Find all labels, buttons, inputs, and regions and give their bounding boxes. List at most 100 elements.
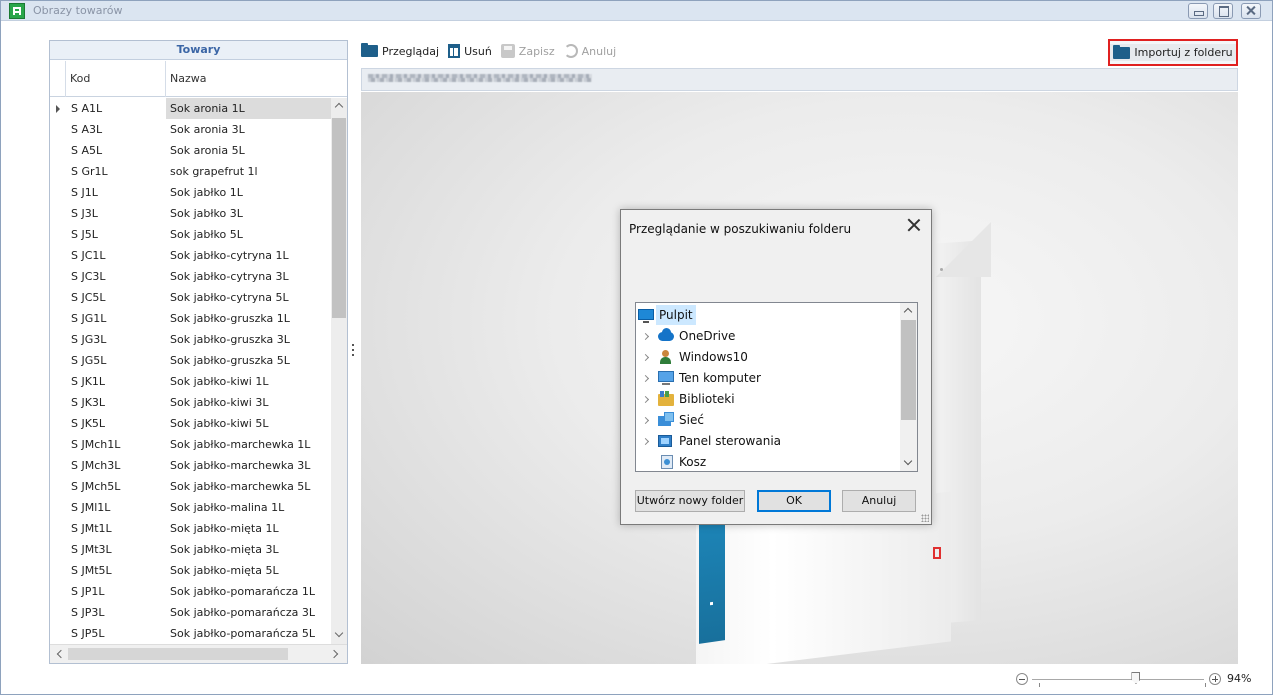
cell-kod[interactable]: S JG1L	[71, 308, 166, 329]
cell-nazwa[interactable]: Sok jabłko-cytryna 1L	[166, 245, 331, 266]
cell-nazwa[interactable]: sok grapefrut 1l	[166, 161, 331, 182]
delete-button[interactable]: Usuń	[448, 44, 492, 58]
table-row[interactable]: S JK3L Sok jabłko-kiwi 3L	[50, 392, 331, 413]
cell-nazwa[interactable]: Sok jabłko-marchewka 1L	[166, 434, 331, 455]
column-header-kod[interactable]: Kod	[66, 61, 166, 97]
row-indicator[interactable]	[50, 371, 66, 392]
scroll-down-icon[interactable]	[903, 456, 913, 466]
cell-nazwa[interactable]: Sok jabłko-pomarańcza 1L	[166, 581, 331, 602]
zoom-slider-thumb[interactable]	[1131, 672, 1141, 684]
cell-kod[interactable]: S JG3L	[71, 329, 166, 350]
chevron-right-icon[interactable]	[641, 332, 650, 341]
folder-tree[interactable]: Pulpit OneDrive Windows10 Ten komputer Bibli…	[635, 302, 918, 472]
table-row[interactable]: S JC5L Sok jabłko-cytryna 5L	[50, 287, 331, 308]
grid-horizontal-scrollbar[interactable]	[50, 644, 347, 663]
cell-kod[interactable]: S A1L	[71, 98, 166, 119]
table-row[interactable]: S JP5L Sok jabłko-pomarańcza 5L	[50, 623, 331, 644]
tree-item[interactable]: Panel sterowania	[636, 431, 900, 452]
row-indicator[interactable]	[50, 98, 66, 119]
table-row[interactable]: S J1L Sok jabłko 1L	[50, 182, 331, 203]
cell-kod[interactable]: S JMch5L	[71, 476, 166, 497]
save-button[interactable]: Zapisz	[500, 44, 555, 58]
cell-nazwa[interactable]: Sok jabłko 3L	[166, 203, 331, 224]
zoom-slider[interactable]	[1032, 679, 1204, 680]
maximize-button[interactable]	[1213, 3, 1233, 19]
row-indicator[interactable]	[50, 539, 66, 560]
chevron-right-icon[interactable]	[641, 437, 650, 446]
row-indicator[interactable]	[50, 266, 66, 287]
tree-item[interactable]: Kosz	[636, 452, 900, 471]
tree-scroll-thumb[interactable]	[901, 320, 916, 420]
cell-kod[interactable]: S JK3L	[71, 392, 166, 413]
chevron-right-icon[interactable]	[641, 374, 650, 383]
dialog-cancel-button[interactable]: Anuluj	[842, 490, 916, 512]
table-row[interactable]: S JMl1L Sok jabłko-malina 1L	[50, 497, 331, 518]
cell-nazwa[interactable]: Sok jabłko-marchewka 5L	[166, 476, 331, 497]
cell-nazwa[interactable]: Sok jabłko-kiwi 5L	[166, 413, 331, 434]
row-indicator[interactable]	[50, 602, 66, 623]
table-row[interactable]: S J3L Sok jabłko 3L	[50, 203, 331, 224]
cell-kod[interactable]: S JC3L	[71, 266, 166, 287]
tree-item[interactable]: Pulpit	[636, 305, 900, 326]
zoom-out-icon[interactable]	[1016, 673, 1028, 685]
cell-kod[interactable]: S JMt3L	[71, 539, 166, 560]
row-indicator[interactable]	[50, 518, 66, 539]
cell-kod[interactable]: S JC1L	[71, 245, 166, 266]
tree-item[interactable]: OneDrive	[636, 326, 900, 347]
row-indicator[interactable]	[50, 476, 66, 497]
table-row[interactable]: S JMt3L Sok jabłko-mięta 3L	[50, 539, 331, 560]
h-scroll-thumb[interactable]	[68, 648, 288, 660]
cell-kod[interactable]: S JMl1L	[71, 497, 166, 518]
ok-button[interactable]: OK	[757, 490, 831, 512]
table-row[interactable]: S JG1L Sok jabłko-gruszka 1L	[50, 308, 331, 329]
chevron-right-icon[interactable]	[641, 353, 650, 362]
cell-nazwa[interactable]: Sok jabłko-cytryna 5L	[166, 287, 331, 308]
table-row[interactable]: S JMch1L Sok jabłko-marchewka 1L	[50, 434, 331, 455]
scroll-left-icon[interactable]	[56, 649, 66, 659]
table-row[interactable]: S JMt5L Sok jabłko-mięta 5L	[50, 560, 331, 581]
cell-nazwa[interactable]: Sok jabłko-mięta 5L	[166, 560, 331, 581]
cell-kod[interactable]: S JP5L	[71, 623, 166, 644]
scroll-up-icon[interactable]	[334, 102, 344, 112]
cell-nazwa[interactable]: Sok jabłko-mięta 3L	[166, 539, 331, 560]
table-row[interactable]: S JP3L Sok jabłko-pomarańcza 3L	[50, 602, 331, 623]
row-indicator[interactable]	[50, 203, 66, 224]
cell-nazwa[interactable]: Sok jabłko 5L	[166, 224, 331, 245]
table-row[interactable]: S A5L Sok aronia 5L	[50, 140, 331, 161]
table-row[interactable]: S JG5L Sok jabłko-gruszka 5L	[50, 350, 331, 371]
row-indicator[interactable]	[50, 455, 66, 476]
table-row[interactable]: S JK1L Sok jabłko-kiwi 1L	[50, 371, 331, 392]
table-row[interactable]: S JK5L Sok jabłko-kiwi 5L	[50, 413, 331, 434]
close-icon[interactable]	[907, 218, 921, 232]
row-indicator[interactable]	[50, 329, 66, 350]
cell-kod[interactable]: S Gr1L	[71, 161, 166, 182]
table-row[interactable]: S JMt1L Sok jabłko-mięta 1L	[50, 518, 331, 539]
cell-nazwa[interactable]: Sok jabłko-kiwi 3L	[166, 392, 331, 413]
cell-kod[interactable]: S JP1L	[71, 581, 166, 602]
cell-nazwa[interactable]: Sok jabłko-gruszka 1L	[166, 308, 331, 329]
cell-kod[interactable]: S JG5L	[71, 350, 166, 371]
table-row[interactable]: S J5L Sok jabłko 5L	[50, 224, 331, 245]
tree-scrollbar[interactable]	[900, 303, 917, 471]
cell-kod[interactable]: S J3L	[71, 203, 166, 224]
minimize-button[interactable]	[1188, 3, 1208, 19]
table-row[interactable]: S A3L Sok aronia 3L	[50, 119, 331, 140]
cell-nazwa[interactable]: Sok jabłko-malina 1L	[166, 497, 331, 518]
cell-nazwa[interactable]: Sok jabłko 1L	[166, 182, 331, 203]
grid-vertical-scrollbar[interactable]	[331, 98, 347, 644]
row-indicator[interactable]	[50, 497, 66, 518]
row-indicator[interactable]	[50, 140, 66, 161]
cell-kod[interactable]: S JC5L	[71, 287, 166, 308]
cell-kod[interactable]: S J5L	[71, 224, 166, 245]
tree-item[interactable]: Biblioteki	[636, 389, 900, 410]
chevron-right-icon[interactable]	[641, 395, 650, 404]
column-header-nazwa[interactable]: Nazwa	[166, 61, 347, 97]
table-row[interactable]: S JMch5L Sok jabłko-marchewka 5L	[50, 476, 331, 497]
row-indicator[interactable]	[50, 287, 66, 308]
panel-splitter[interactable]	[352, 344, 355, 364]
cell-kod[interactable]: S JMch1L	[71, 434, 166, 455]
cell-kod[interactable]: S JMt1L	[71, 518, 166, 539]
row-indicator[interactable]	[50, 224, 66, 245]
table-row[interactable]: S A1L Sok aronia 1L	[50, 98, 331, 119]
zoom-in-icon[interactable]	[1209, 673, 1221, 685]
